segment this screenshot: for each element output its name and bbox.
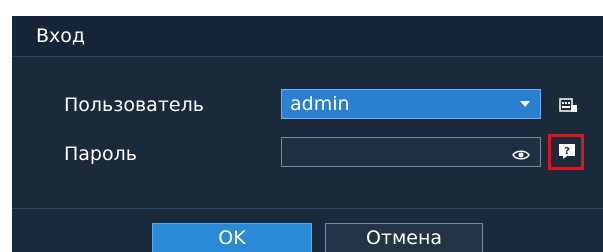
- dialog-title: Вход: [36, 25, 86, 47]
- keyboard-icon[interactable]: [558, 96, 578, 114]
- help-icon[interactable]: ?: [558, 143, 578, 161]
- username-label: Пользователь: [64, 94, 204, 116]
- eye-icon[interactable]: [512, 146, 530, 160]
- ok-button[interactable]: OK: [152, 223, 312, 252]
- chevron-down-icon[interactable]: [520, 101, 530, 107]
- password-label: Пароль: [64, 143, 137, 165]
- username-select[interactable]: admin: [281, 89, 541, 119]
- dialog-footer: OK Отмена: [12, 208, 603, 252]
- dialog-titlebar: Вход: [12, 16, 603, 57]
- svg-text:?: ?: [564, 146, 570, 157]
- username-value: admin: [290, 93, 350, 115]
- cancel-button[interactable]: Отмена: [325, 223, 483, 252]
- password-field[interactable]: [281, 137, 541, 167]
- login-dialog: Вход Пользователь admin Пароль ? OK Отме…: [12, 16, 603, 252]
- dialog-body: [12, 57, 603, 208]
